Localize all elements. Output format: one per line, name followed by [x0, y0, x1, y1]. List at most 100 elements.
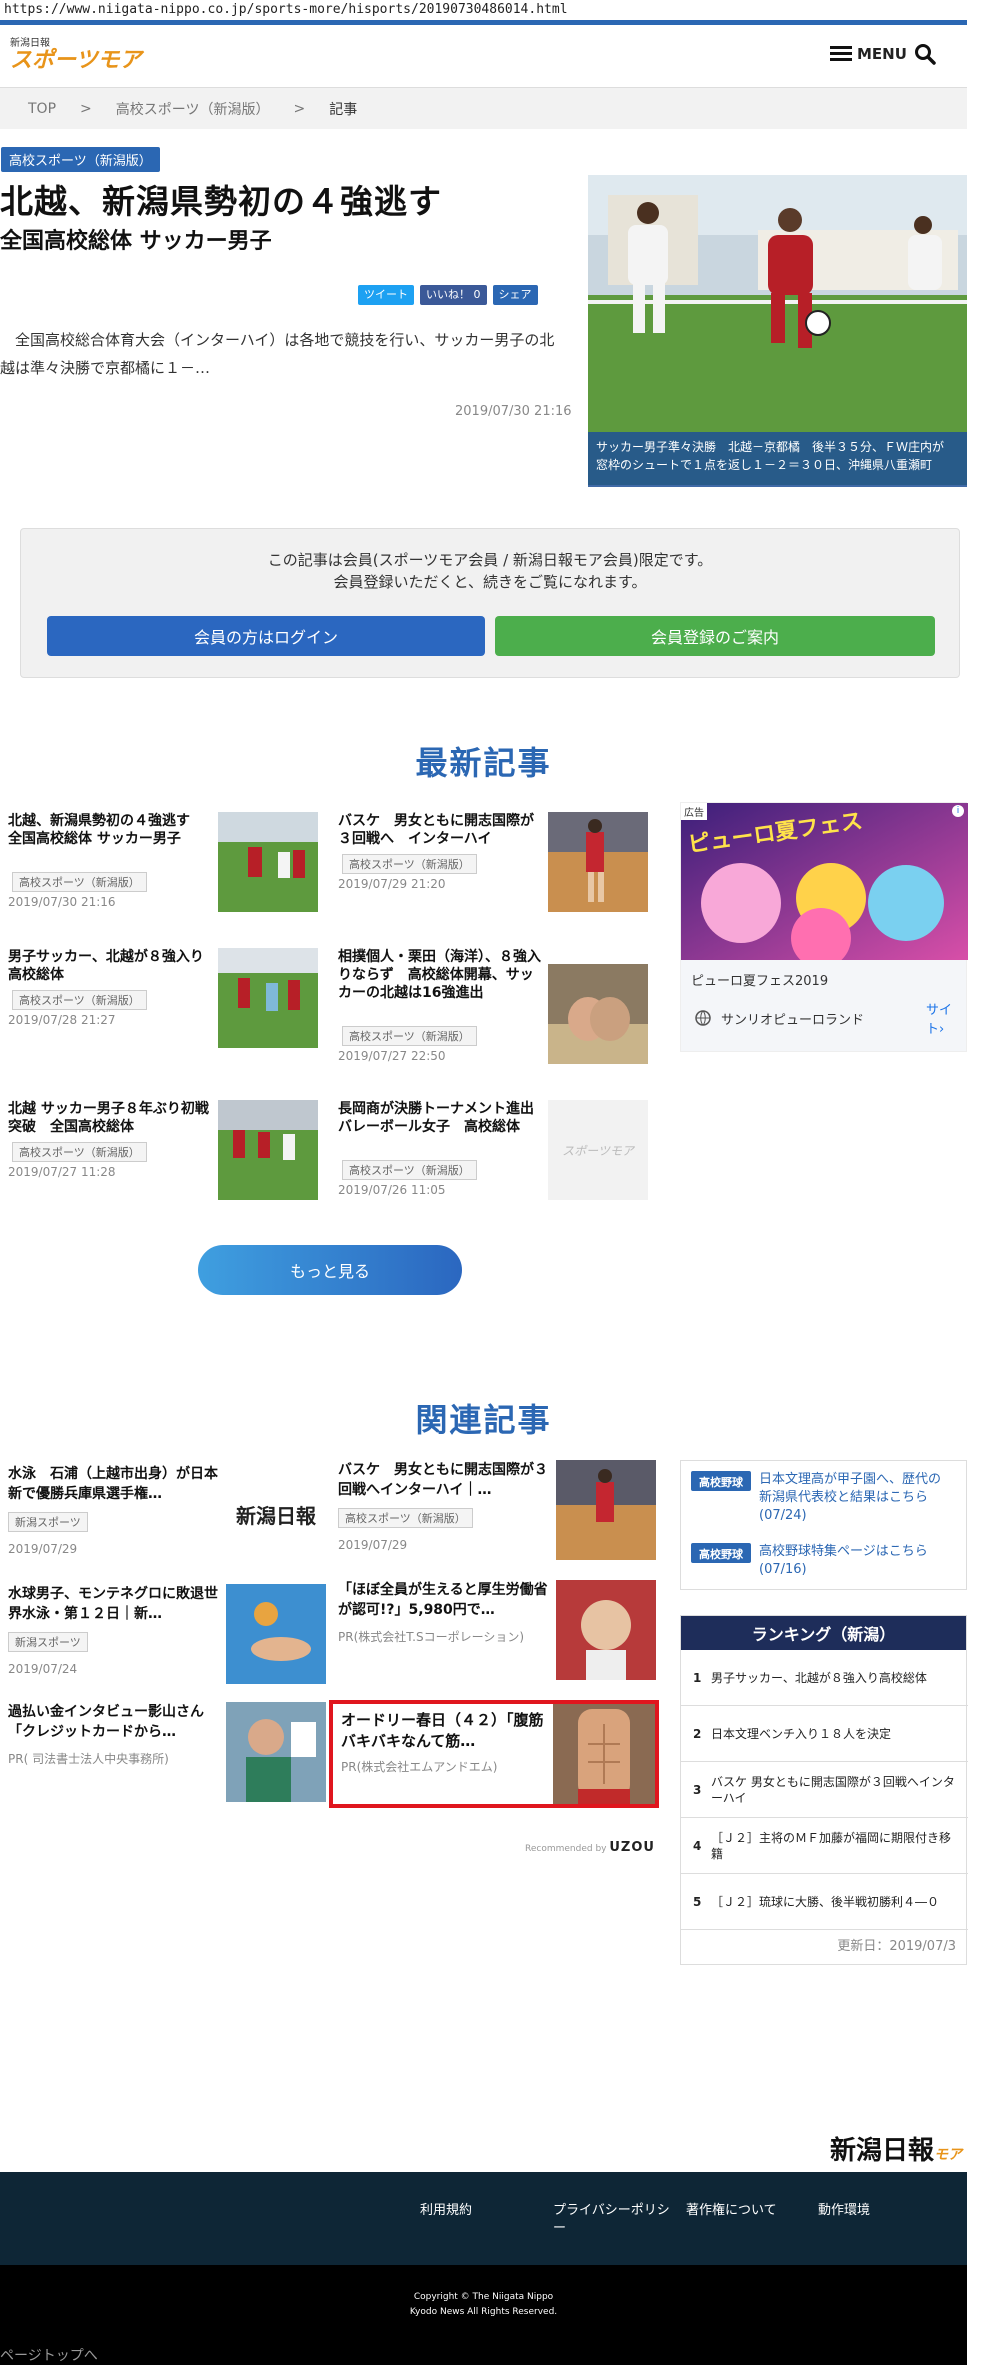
related-item-thumb	[226, 1702, 326, 1802]
latest-item-title: 相撲個人・栗田（海洋）、８強入りならず 高校総体開幕、サッカーの北越は16強進出	[338, 949, 541, 1001]
placeholder-logo-text: スポーツモア	[562, 1143, 634, 1158]
related-item-thumb	[556, 1460, 656, 1560]
latest-item-date: 2019/07/26 11:05	[338, 1183, 446, 1197]
ranking-item[interactable]: 2 日本文理ベンチ入り１８人を決定	[681, 1706, 968, 1762]
recommended-label: Recommended by	[525, 1844, 607, 1854]
ad-banner-image: ピューロ夏フェス	[681, 803, 968, 960]
latest-item-date: 2019/07/28 21:27	[8, 1013, 116, 1027]
ranking-item[interactable]: 5 ［Ｊ２］琉球に大勝、後半戦初勝利４―０	[681, 1874, 968, 1930]
related-ad-item[interactable]: 「ほぼ全員が生えると厚生労働省が認可!?」5,980円で… PR(株式会社T.S…	[330, 1580, 656, 1690]
related-item-title: バスケ 男女ともに開志国際が３回戦へインターハイ｜…	[338, 1462, 548, 1498]
recommended-by[interactable]: Recommended by UZOU	[525, 1840, 655, 1855]
like-button[interactable]: いいね！ 0	[420, 285, 487, 305]
related-item-pr: PR(株式会社エムアンドエム)	[341, 1760, 498, 1774]
latest-item-thumb	[218, 1100, 318, 1200]
latest-item-thumb	[218, 812, 318, 912]
related-item-title: オードリー春日（４２）「腹筋バキバキなんて筋…	[341, 1711, 544, 1750]
rank-text: 日本文理ベンチ入り１８人を決定	[711, 1726, 892, 1741]
latest-item[interactable]: 男子サッカー、北越が８強入り 高校総体 高校スポーツ（新潟版） 2019/07/…	[8, 948, 318, 1068]
koukou-box: 高校野球 日本文理高が甲子園へ、歴代の新潟県代表校と結果はこちら(07/24) …	[680, 1460, 967, 1590]
ad-advertiser: サンリオピューロランド	[721, 1012, 865, 1028]
related-item-title: 「ほぼ全員が生えると厚生労働省が認可!?」5,980円で…	[338, 1582, 548, 1618]
rank-text: ［Ｊ２］主将のＭＦ加藤が福岡に期限付き移籍	[711, 1830, 952, 1861]
latest-item-thumb	[218, 948, 318, 1048]
koukou-label: 高校野球	[691, 1543, 751, 1563]
rank-text: ［Ｊ２］琉球に大勝、後半戦初勝利４―０	[711, 1894, 940, 1909]
latest-item[interactable]: 長岡商が決勝トーナメント進出 バレーボール女子 高校総体 高校スポーツ（新潟版）…	[338, 1100, 648, 1220]
ad-site-link[interactable]: サイト›	[926, 999, 968, 1037]
related-item-date: 2019/07/29	[8, 1542, 78, 1556]
page-top-link[interactable]: ページトップへ	[0, 2345, 98, 2365]
related-item-thumb	[226, 1584, 326, 1684]
related-item-tag: 新潟スポーツ	[8, 1632, 88, 1652]
related-section-title: 関連記事	[415, 1401, 552, 1439]
rank-number: 4	[693, 1838, 702, 1853]
ad-name: ピューロ夏フェス2019	[691, 974, 829, 989]
latest-item[interactable]: バスケ 男女ともに開志国際が３回戦へ インターハイ 高校スポーツ（新潟版） 20…	[338, 812, 648, 932]
address-bar[interactable]: https://www.niigata-nippo.co.jp/sports-m…	[0, 0, 983, 21]
logo-main-text: スポーツモア	[10, 48, 142, 73]
ad-footer: サンリオピューロランド サイト›	[681, 1003, 968, 1037]
sidebar-ad[interactable]: ピューロ夏フェス 広告 i ピューロ夏フェス2019 サンリオピューロランド サ…	[680, 802, 968, 1052]
register-button[interactable]: 会員登録のご案内	[495, 616, 935, 656]
latest-item-title: 北越 サッカー男子８年ぶり初戦突破 全国高校総体	[8, 1101, 209, 1135]
latest-item-tag: 高校スポーツ（新潟版）	[12, 872, 147, 892]
latest-item-title: 長岡商が決勝トーナメント進出 バレーボール女子 高校総体	[338, 1101, 548, 1135]
rank-number: 1	[693, 1670, 702, 1685]
copyright-line2: Kyodo News All Rights Reserved.	[409, 2307, 558, 2317]
photo-caption: サッカー男子準々決勝 北越－京都橘 後半３５分、ＦＷ庄内が 窓枠のシュートで１点…	[588, 432, 967, 487]
koukou-link[interactable]: 高校野球 高校野球特集ページはこちら(07/16)	[691, 1543, 949, 1579]
footer-link-copyright[interactable]: 著作権について	[686, 2202, 777, 2220]
footer-logo-main: 新潟日報	[830, 2136, 935, 2166]
ad-label: 広告	[681, 803, 707, 820]
menu-button[interactable]: MENU	[830, 45, 907, 63]
member-notice-line2: 会員登録いただくと、続きをご覧になれます。	[333, 573, 647, 591]
ranking-item[interactable]: 1 男子サッカー、北越が８強入り高校総体	[681, 1650, 968, 1706]
site-logo[interactable]: 新潟日報 スポーツモア	[10, 39, 142, 73]
latest-item-date: 2019/07/30 21:16	[8, 895, 116, 909]
latest-item-title: 北越、新潟県勢初の４強逃す 全国高校総体 サッカー男子	[8, 813, 204, 847]
footer-logo[interactable]: 新潟日報モア	[830, 2130, 962, 2167]
ranking-item[interactable]: 3 バスケ 男女ともに開志国際が３回戦へインターハイ	[681, 1762, 968, 1818]
ad-site-label: サイト	[926, 1003, 953, 1037]
latest-item[interactable]: 北越、新潟県勢初の４強逃す 全国高校総体 サッカー男子 高校スポーツ（新潟版） …	[8, 812, 318, 932]
related-item-tag: 高校スポーツ（新潟版）	[338, 1508, 473, 1528]
site-header: 新潟日報 スポーツモア MENU	[0, 25, 967, 88]
rank-number: 5	[693, 1894, 702, 1909]
ranking-item[interactable]: 4 ［Ｊ２］主将のＭＦ加藤が福岡に期限付き移籍	[681, 1818, 968, 1874]
latest-item[interactable]: 相撲個人・栗田（海洋）、８強入りならず 高校総体開幕、サッカーの北越は16強進出…	[338, 948, 648, 1068]
footer-logo-sub: モア	[934, 2147, 963, 2163]
ranking-title: ランキング（新潟）	[681, 1616, 966, 1650]
breadcrumb-top[interactable]: TOP	[28, 101, 56, 117]
article-date: 2019/07/30 21:16	[455, 404, 572, 419]
search-icon[interactable]	[914, 43, 936, 65]
copyright: Copyright © The Niigata Nippo Kyodo News…	[0, 2265, 967, 2365]
related-ad-item[interactable]: 過払い金インタビュー影山さん「クレジットカードから… PR( 司法書士法人中央事…	[0, 1702, 326, 1812]
latest-item-tag: 高校スポーツ（新潟版）	[12, 990, 147, 1010]
footer-link-terms[interactable]: 利用規約	[420, 2202, 472, 2220]
uzou-logo: UZOU	[609, 1840, 655, 1855]
login-button[interactable]: 会員の方はログイン	[47, 616, 485, 656]
breadcrumb-category[interactable]: 高校スポーツ（新潟版）	[116, 99, 270, 119]
koukou-text: 高校野球特集ページはこちら(07/16)	[759, 1544, 928, 1577]
tweet-button[interactable]: ツイート	[358, 285, 414, 305]
related-item[interactable]: 水泳 石浦（上越市出身）が日本新で優勝兵庫県選手権… 新潟スポーツ 2019/0…	[0, 1464, 326, 1574]
more-button[interactable]: もっと見る	[198, 1245, 462, 1295]
footer-link-environment[interactable]: 動作環境	[818, 2202, 870, 2220]
related-item-tag: 新潟スポーツ	[8, 1512, 88, 1532]
latest-item-date: 2019/07/27 22:50	[338, 1049, 446, 1063]
footer-link-privacy[interactable]: プライバシーポリシー	[553, 2202, 673, 2238]
latest-item[interactable]: 北越 サッカー男子８年ぶり初戦突破 全国高校総体 高校スポーツ（新潟版） 201…	[8, 1100, 318, 1220]
koukou-link[interactable]: 高校野球 日本文理高が甲子園へ、歴代の新潟県代表校と結果はこちら(07/24)	[691, 1471, 949, 1525]
share-button[interactable]: シェア	[492, 285, 538, 305]
category-badge[interactable]: 高校スポーツ（新潟版）	[1, 147, 160, 172]
koukou-label: 高校野球	[691, 1471, 751, 1491]
related-item[interactable]: 水球男子、モンテネグロに敗退世界水泳・第１２日｜新… 新潟スポーツ 2019/0…	[0, 1584, 326, 1694]
menu-label: MENU	[857, 45, 907, 63]
related-item[interactable]: バスケ 男女ともに開志国際が３回戦へインターハイ｜… 高校スポーツ（新潟版） 2…	[330, 1460, 656, 1570]
highlighted-related-ad[interactable]: オードリー春日（４２）「腹筋バキバキなんて筋… PR(株式会社エムアンドエム)	[329, 1700, 659, 1808]
ad-info-icon[interactable]: i	[952, 805, 964, 817]
related-item-thumb	[553, 1704, 655, 1804]
related-item-title: 過払い金インタビュー影山さん「クレジットカードから…	[8, 1704, 204, 1740]
breadcrumb: TOP > 高校スポーツ（新潟版） > 記事	[0, 88, 967, 129]
